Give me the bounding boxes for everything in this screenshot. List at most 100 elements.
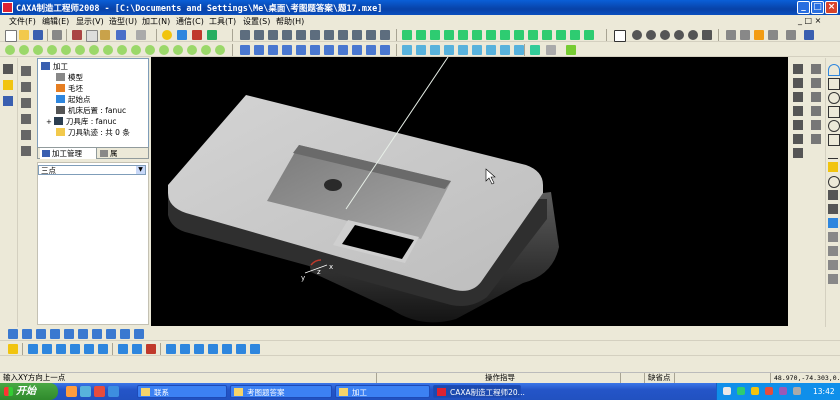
tool-k-icon[interactable] (380, 30, 390, 40)
bottom-i-icon[interactable] (120, 329, 130, 339)
draft-icon[interactable] (21, 130, 31, 140)
mill-d-icon[interactable] (444, 30, 454, 40)
feat-s-icon[interactable] (500, 45, 510, 55)
surf-e-icon[interactable] (61, 45, 71, 55)
tree-item-start[interactable]: 起始点 (56, 94, 91, 105)
tree-item-post[interactable]: 机床后置 : fanuc (56, 105, 126, 116)
new-file-icon[interactable] (5, 30, 17, 42)
right-e-icon[interactable] (793, 120, 803, 130)
rib-icon[interactable] (21, 98, 31, 108)
pencil-icon[interactable] (804, 30, 814, 40)
window-icon[interactable] (614, 30, 626, 42)
tree-root[interactable]: 加工 (41, 61, 68, 72)
menu-edit[interactable]: 编辑(E) (42, 16, 69, 27)
surf-k-icon[interactable] (145, 45, 155, 55)
zoom-in-icon[interactable] (646, 30, 656, 40)
3d-viewport[interactable]: x z y (151, 57, 788, 326)
surf-p-icon[interactable] (215, 45, 225, 55)
shade-b-icon[interactable] (740, 30, 750, 40)
tray-a-icon[interactable] (723, 387, 731, 395)
mill-j-icon[interactable] (528, 30, 538, 40)
bottom-c-icon[interactable] (36, 329, 46, 339)
bottom-g-icon[interactable] (92, 329, 102, 339)
mill-i-icon[interactable] (514, 30, 524, 40)
surf-l-icon[interactable] (159, 45, 169, 55)
copy-icon[interactable] (86, 30, 98, 42)
surf-b-icon[interactable] (19, 45, 29, 55)
shell-icon[interactable] (21, 114, 31, 124)
surf-o-icon[interactable] (201, 45, 211, 55)
feat-h-icon[interactable] (338, 45, 348, 55)
tab-properties[interactable]: 属 (98, 148, 128, 159)
feat-p-icon[interactable] (458, 45, 468, 55)
zoom-extents-icon[interactable] (674, 30, 684, 40)
mill-e-icon[interactable] (458, 30, 468, 40)
snap-icon[interactable] (546, 45, 556, 55)
tool-a-icon[interactable] (240, 30, 250, 40)
rotate-entity-icon[interactable] (194, 344, 204, 354)
curve-a-icon[interactable] (828, 232, 838, 242)
task-machining[interactable]: 加工 (335, 385, 430, 398)
menu-file[interactable]: 文件(F) (9, 16, 36, 27)
quicklaunch-a-icon[interactable] (66, 386, 77, 397)
feat-r-icon[interactable] (486, 45, 496, 55)
right-d-icon[interactable] (793, 106, 803, 116)
tool-c-icon[interactable] (268, 30, 278, 40)
smooth-b-icon[interactable] (132, 344, 142, 354)
tray-d-icon[interactable] (765, 387, 773, 395)
join-icon[interactable] (98, 344, 108, 354)
task-answers[interactable]: 考图题答案 (230, 385, 332, 398)
right-c-icon[interactable] (793, 92, 803, 102)
pan-icon[interactable] (702, 30, 712, 40)
array-icon[interactable] (222, 344, 232, 354)
menu-tools[interactable]: 工具(T) (209, 16, 236, 27)
surf-c-icon[interactable] (33, 45, 43, 55)
tray-e-icon[interactable] (779, 387, 787, 395)
surf-i-icon[interactable] (117, 45, 127, 55)
surf-a-icon[interactable] (5, 45, 15, 55)
menu-settings[interactable]: 设置(S) (243, 16, 270, 27)
shade-c-icon[interactable] (754, 30, 764, 40)
transform-icon[interactable] (250, 344, 260, 354)
tool-i-icon[interactable] (352, 30, 362, 40)
spline-tool-icon[interactable] (828, 148, 838, 159)
feat-b-icon[interactable] (254, 45, 264, 55)
menu-comm[interactable]: 通信(C) (176, 16, 204, 27)
right-m-icon[interactable] (811, 134, 821, 144)
surf-h-icon[interactable] (103, 45, 113, 55)
surf-f-icon[interactable] (75, 45, 85, 55)
task-contact[interactable]: 联系 (137, 385, 227, 398)
curve-tool-icon[interactable] (3, 96, 13, 106)
mirror-icon[interactable] (208, 344, 218, 354)
rotate-icon[interactable] (688, 30, 698, 40)
mill-c-icon[interactable] (430, 30, 440, 40)
bottom-d-icon[interactable] (50, 329, 60, 339)
grid-icon[interactable] (530, 45, 540, 55)
mill-b-icon[interactable] (416, 30, 426, 40)
menu-help[interactable]: 帮助(H) (276, 16, 304, 27)
close-button[interactable]: × (825, 1, 838, 14)
paste-icon[interactable] (100, 30, 110, 40)
clock[interactable]: 13:42 (813, 387, 835, 396)
tree-item-toolpath[interactable]: 刀具轨迹 : 共 0 条 (56, 127, 130, 138)
right-i-icon[interactable] (811, 78, 821, 88)
bottom-e-icon[interactable] (64, 329, 74, 339)
tool-g-icon[interactable] (324, 30, 334, 40)
pencil-tool-icon[interactable] (3, 80, 13, 90)
filter-icon[interactable] (192, 30, 202, 40)
task-caxa[interactable]: CAXA制造工程师20... (433, 385, 525, 398)
tree-item-toollib[interactable]: + 刀具库 : fanuc (46, 116, 117, 127)
feat-a-icon[interactable] (240, 45, 250, 55)
quicklaunch-c-icon[interactable] (94, 386, 105, 397)
mdi-controls[interactable]: _ □ × (798, 16, 838, 26)
minimize-button[interactable]: _ (797, 1, 810, 14)
zoom-window-icon[interactable] (632, 30, 642, 40)
smooth-c-icon[interactable] (146, 344, 156, 354)
surf-m-icon[interactable] (173, 45, 183, 55)
menu-view[interactable]: 显示(V) (76, 16, 104, 27)
feat-q-icon[interactable] (472, 45, 482, 55)
chamfer-curve-icon[interactable] (70, 344, 80, 354)
grab-icon[interactable] (21, 66, 31, 76)
circle-tool-icon[interactable] (828, 92, 840, 104)
start-button[interactable]: 开始 (0, 383, 58, 400)
